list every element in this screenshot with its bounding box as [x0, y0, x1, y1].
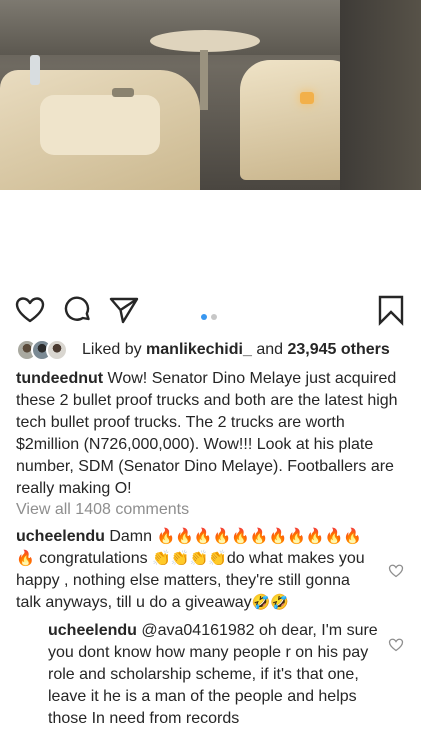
media-console [112, 88, 134, 97]
media-table [150, 30, 260, 52]
likes-count-link[interactable]: 23,945 others [287, 341, 389, 358]
carousel-dot [211, 314, 217, 320]
caption-text: Wow! Senator Dino Melaye just acquired t… [16, 370, 398, 497]
media-wall [340, 0, 421, 190]
carousel-dot-active [201, 314, 207, 320]
comment-text: Damn [104, 528, 157, 545]
paper-plane-icon[interactable] [108, 294, 140, 326]
post-caption: tundeednut Wow! Senator Dino Melaye just… [16, 368, 406, 500]
media-bottle [30, 55, 40, 85]
likes-and: and [251, 341, 288, 358]
caption-username[interactable]: tundeednut [16, 370, 103, 387]
comment-emojis: 👏👏👏👏 [152, 550, 227, 567]
likes-prefix: Liked by [82, 341, 147, 358]
bookmark-icon[interactable] [375, 294, 407, 326]
comment-mention[interactable]: @ava04161982 [137, 622, 254, 639]
carousel-indicator [201, 307, 221, 320]
comment-like-heart-icon[interactable] [388, 563, 404, 579]
comment-item: ucheelendu Damn 🔥🔥🔥🔥🔥🔥🔥🔥🔥🔥🔥🔥 congratulat… [16, 526, 376, 614]
comment-emojis: 🤣🤣 [251, 594, 290, 611]
avatar[interactable] [46, 339, 68, 361]
media-seat-cushion [40, 95, 160, 155]
comment-reply-item: ucheelendu @ava04161982 oh dear, I'm sur… [48, 620, 378, 730]
likes-summary[interactable]: Liked by manlikechidi_ and 23,945 others [16, 339, 416, 363]
likes-text: Liked by manlikechidi_ and 23,945 others [82, 341, 390, 359]
heart-outline-icon[interactable] [14, 294, 46, 326]
view-all-comments-link[interactable]: View all 1408 comments [16, 501, 189, 519]
media-table-pole [200, 50, 208, 110]
post-action-bar [0, 290, 421, 330]
likes-user-link[interactable]: manlikechidi_ [146, 341, 252, 358]
comment-username[interactable]: ucheelendu [16, 528, 105, 545]
comment-bubble-icon[interactable] [62, 294, 94, 326]
post-media[interactable] [0, 0, 421, 190]
comment-username[interactable]: ucheelendu [48, 622, 137, 639]
media-lamp [300, 92, 314, 104]
comment-text: congratulations [34, 550, 153, 567]
comment-like-heart-icon[interactable] [388, 637, 404, 653]
